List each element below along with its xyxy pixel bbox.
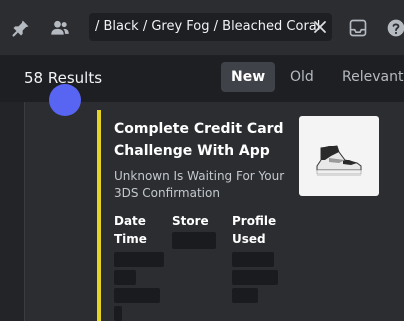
embed-title: Complete Credit Card Challenge With App xyxy=(114,121,284,159)
embed-description: Unknown Is Waiting For Your 3DS Confirma… xyxy=(114,169,285,200)
sneaker-thumbnail[interactable] xyxy=(299,116,379,196)
scrollbar[interactable] xyxy=(396,102,404,321)
field-date-time-label: Date Time xyxy=(114,214,147,246)
field-profile-used-label: Profile Used xyxy=(232,214,277,246)
channel-header: / Black / Grey Fog / Bleached Coral xyxy=(0,0,404,56)
sneaker-image xyxy=(316,145,362,176)
redacted-date-value xyxy=(114,252,164,267)
redacted-date-value xyxy=(114,270,136,285)
tab-relevant[interactable]: Relevant xyxy=(332,62,404,92)
tab-old[interactable]: Old xyxy=(280,62,324,92)
inbox-icon[interactable] xyxy=(348,18,368,38)
tab-new[interactable]: New xyxy=(221,62,276,92)
help-icon[interactable] xyxy=(386,18,404,38)
field-store-label: Store xyxy=(172,214,209,228)
members-icon[interactable] xyxy=(50,18,70,38)
list-gutter xyxy=(0,102,24,321)
avatar[interactable] xyxy=(49,84,81,116)
redacted-profile-value xyxy=(232,252,274,267)
result-message[interactable]: Complete Credit Card Challenge With App … xyxy=(24,84,396,321)
redacted-store-value xyxy=(172,232,216,249)
close-icon[interactable] xyxy=(312,19,328,35)
redacted-date-value xyxy=(114,306,122,321)
redacted-profile-value xyxy=(232,288,258,303)
embed-accent-bar xyxy=(97,110,101,321)
search-box[interactable]: / Black / Grey Fog / Bleached Coral xyxy=(89,13,332,41)
search-query[interactable]: / Black / Grey Fog / Bleached Coral xyxy=(95,19,320,34)
redacted-date-value xyxy=(114,288,160,303)
results-list: Complete Credit Card Challenge With App … xyxy=(0,84,404,321)
pin-icon[interactable] xyxy=(11,18,31,38)
redacted-profile-value xyxy=(232,270,278,285)
